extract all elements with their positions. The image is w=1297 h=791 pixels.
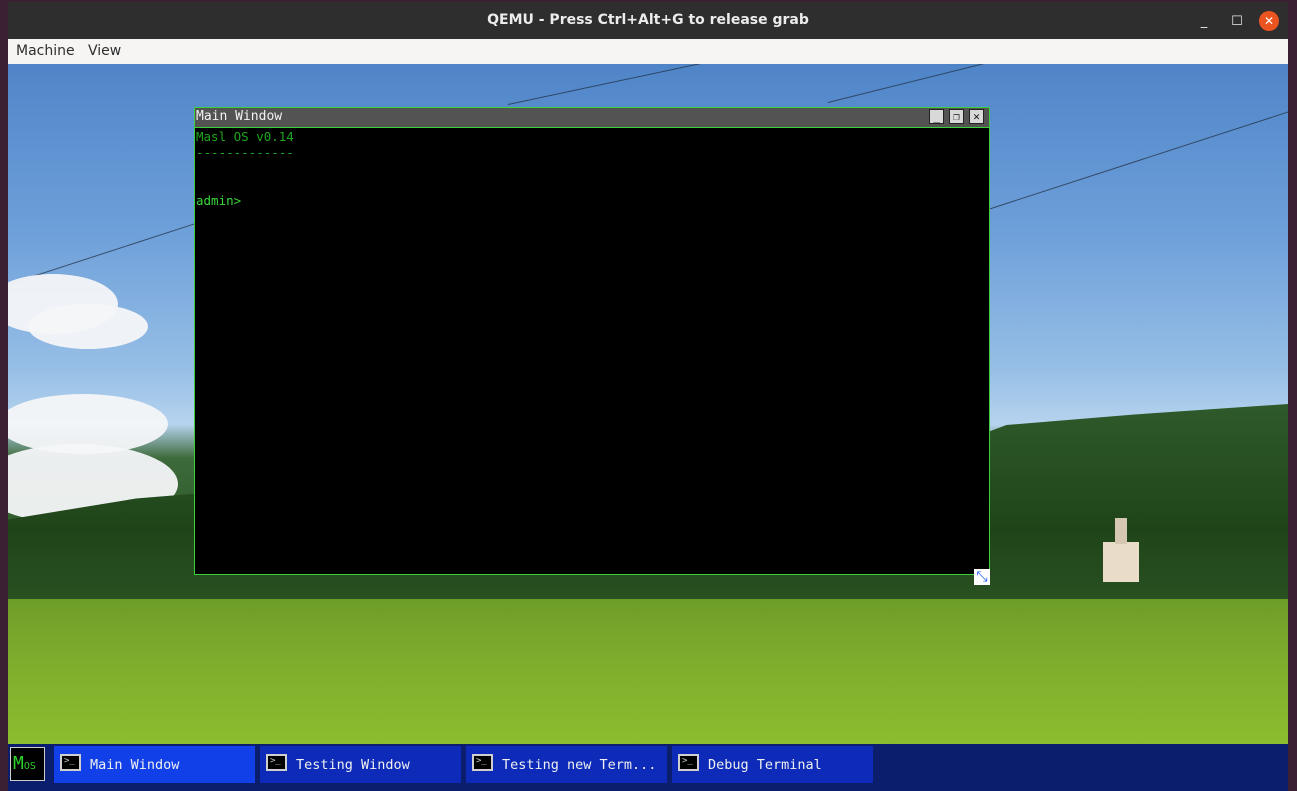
window-title: QEMU - Press Ctrl+Alt+G to release grab	[487, 12, 809, 28]
guest-window-title: Main Window	[196, 109, 283, 124]
terminal-icon: >_	[472, 754, 493, 771]
maximize-icon[interactable]: ☐	[1227, 11, 1247, 31]
menubar: Machine View	[8, 39, 1288, 65]
power-line	[827, 64, 1003, 103]
resize-cursor-icon: ⤡	[974, 569, 990, 585]
guest-minimize-icon[interactable]: _	[929, 109, 944, 124]
task-label: Debug Terminal	[708, 757, 822, 773]
logo-main: M	[13, 753, 24, 774]
chapel	[1103, 518, 1139, 582]
task-label: Testing Window	[296, 757, 410, 773]
terminal-icon: >_	[266, 754, 287, 771]
guest-window-titlebar[interactable]: Main Window _ ❐ ✕	[195, 108, 989, 128]
os-version: Masl OS v0.14	[196, 129, 294, 144]
separator-line: -------------	[196, 145, 294, 160]
task-label: Testing new Term...	[502, 757, 657, 773]
qemu-window: QEMU - Press Ctrl+Alt+G to release grab …	[8, 2, 1288, 791]
guest-main-window[interactable]: Main Window _ ❐ ✕ Masl OS v0.14 --------…	[194, 107, 990, 575]
terminal-icon: >_	[678, 754, 699, 771]
terminal-icon: >_	[60, 754, 81, 771]
guest-restore-icon[interactable]: ❐	[949, 109, 964, 124]
task-testing-window[interactable]: >_ Testing Window	[260, 746, 461, 783]
cloud	[28, 304, 148, 349]
titlebar[interactable]: QEMU - Press Ctrl+Alt+G to release grab …	[8, 2, 1288, 39]
close-icon[interactable]: ✕	[1259, 11, 1279, 31]
menu-machine[interactable]: Machine	[16, 43, 75, 59]
task-debug-terminal[interactable]: >_ Debug Terminal	[672, 746, 873, 783]
guest-close-icon[interactable]: ✕	[969, 109, 984, 124]
start-logo[interactable]: MOS	[10, 747, 45, 781]
task-main-window[interactable]: >_ Main Window	[54, 746, 255, 783]
taskbar: MOS >_ Main Window >_ Testing Window >_ …	[8, 744, 1288, 791]
task-label: Main Window	[90, 757, 180, 773]
meadow	[8, 599, 1288, 744]
guest-desktop[interactable]: Main Window _ ❐ ✕ Masl OS v0.14 --------…	[8, 64, 1288, 744]
terminal-output[interactable]: Masl OS v0.14 ------------- admin>	[196, 129, 294, 209]
power-line	[507, 64, 724, 105]
command-prompt[interactable]: admin>	[196, 193, 294, 209]
power-line	[987, 110, 1288, 210]
logo-sub: OS	[23, 761, 36, 772]
menu-view[interactable]: View	[88, 43, 121, 59]
minimize-icon[interactable]: _	[1194, 11, 1214, 31]
task-testing-new-terminal[interactable]: >_ Testing new Term...	[466, 746, 667, 783]
